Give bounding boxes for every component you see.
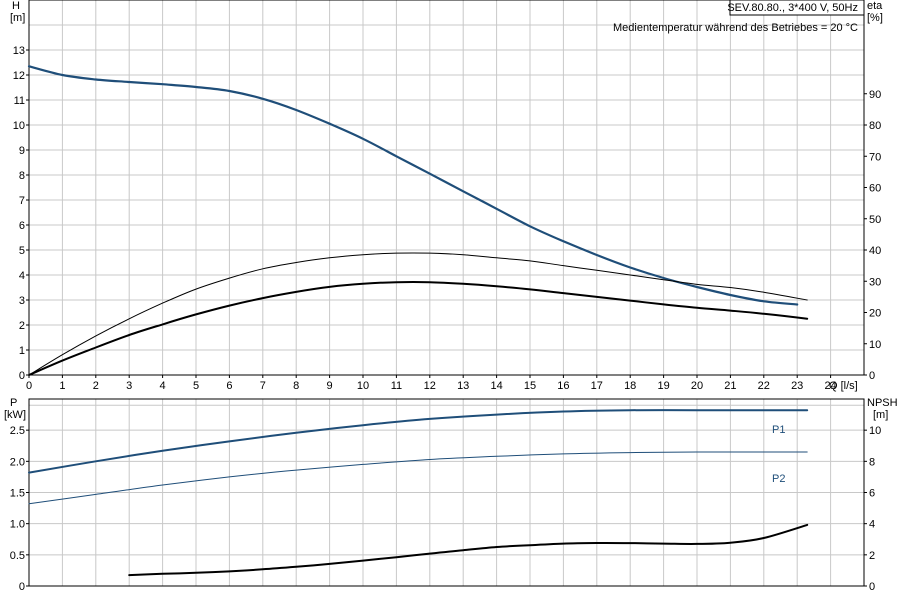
- flow-tick-label: 16: [557, 380, 569, 392]
- head-left-tick-label: 1: [19, 345, 25, 357]
- head-left-tick-label: 2: [19, 320, 25, 332]
- head-left-tick-label: 9: [19, 145, 25, 157]
- chart-title: SEV.80.80., 3*400 V, 50Hz: [727, 2, 858, 14]
- power-chart-grid: [29, 399, 864, 586]
- head-left-tick-label: 8: [19, 170, 25, 182]
- power-left-tick-label: 1.5: [10, 488, 25, 500]
- flow-tick-label: 12: [424, 380, 436, 392]
- flow-tick-label: 11: [391, 380, 402, 392]
- head-chart-ticks: 01234567891011121301020304050607080900 1 2…: [13, 45, 882, 392]
- power-right-tick-label: 10: [869, 425, 881, 437]
- head-left-tick-label: 3: [19, 295, 25, 307]
- head-left-tick-label: 6: [19, 220, 25, 232]
- head-axis-unit: [m]: [10, 12, 25, 24]
- head-chart-series: [27, 65, 809, 376]
- power-axis-unit: [kW]: [4, 409, 26, 421]
- power-chart-ticks: 0 0.5 1.0 1.5 2.0 2.5 0 2 4 6 8 10: [10, 425, 882, 593]
- head-chart-frame: [28, 0, 865, 376]
- head-axis-label: H: [12, 0, 20, 12]
- head-left-tick-label: 13: [13, 45, 25, 57]
- flow-tick-label: 4: [160, 380, 166, 392]
- head-right-tick-label: 60: [869, 183, 881, 195]
- npsh-axis-label: NPSH: [867, 397, 898, 409]
- head-left-tick-label: 0: [19, 370, 25, 382]
- flow-tick-label: 5: [193, 380, 199, 392]
- head-left-tick-label: 11: [14, 95, 25, 107]
- flow-tick-label: 1: [59, 380, 65, 392]
- head-left-tick-label: 12: [13, 70, 25, 82]
- power-right-tick-label: 0: [869, 581, 875, 593]
- power-right-tick-label: 8: [869, 456, 875, 468]
- power-left-tick-label: 0.5: [10, 550, 25, 562]
- eta-axis-unit: [%]: [867, 12, 883, 24]
- pump-curve-svg: 01234567891011121301020304050607080900 1 2…: [4, 0, 898, 593]
- head-right-tick-label: 10: [869, 339, 881, 351]
- flow-tick-label: 22: [758, 380, 770, 392]
- flow-tick-label: 14: [490, 380, 502, 392]
- npsh-axis-unit: [m]: [873, 409, 888, 421]
- power-right-tick-label: 2: [869, 550, 875, 562]
- head-left-tick-label: 5: [19, 245, 25, 257]
- head-series-line-2: [28, 280, 809, 376]
- series-label-p2: P2: [772, 473, 785, 485]
- flow-tick-label: 13: [457, 380, 469, 392]
- power-series-line-1: [28, 451, 808, 505]
- flow-tick-label: 19: [657, 380, 669, 392]
- flow-tick-label: 8: [293, 380, 299, 392]
- flow-tick-label: 10: [357, 380, 369, 392]
- flow-tick-label: 21: [724, 380, 736, 392]
- flow-tick-label: 0: [26, 380, 32, 392]
- head-right-tick-label: 40: [869, 245, 881, 257]
- power-left-tick-label: 2.5: [10, 425, 25, 437]
- power-left-tick-label: 2.0: [10, 456, 25, 468]
- head-right-tick-label: 20: [869, 308, 881, 320]
- power-right-tick-label: 6: [869, 488, 875, 500]
- series-label-p1: P1: [772, 424, 785, 436]
- flow-tick-label: 15: [524, 380, 536, 392]
- pump-curve-figure: 0 1 2 3 4 5 6 7 8 9 10 11 12 13 0 10 20 30 40 50 60 70 80 90 0 1 2…: [0, 0, 900, 600]
- flow-tick-label: 6: [226, 380, 232, 392]
- head-right-tick-label: 30: [869, 276, 881, 288]
- flow-axis-label: Q [l/s]: [829, 380, 858, 392]
- power-axis-label: P: [10, 397, 17, 409]
- power-right-tick-label: 4: [869, 519, 875, 531]
- eta-axis-label: eta: [867, 0, 883, 12]
- head-left-tick-label: 10: [13, 120, 25, 132]
- power-series-line-0: [28, 409, 809, 474]
- power-left-tick-label: 1.0: [10, 519, 25, 531]
- head-right-tick-label: 70: [869, 151, 881, 163]
- head-chart-grid: [29, 0, 864, 375]
- head-series-line-0: [27, 65, 799, 306]
- flow-tick-label: 23: [791, 380, 803, 392]
- power-series-line-2: [128, 523, 809, 577]
- power-left-tick-label: 0: [19, 581, 25, 593]
- head-right-tick-label: 0: [869, 370, 875, 382]
- flow-tick-label: 17: [591, 380, 603, 392]
- flow-tick-label: 9: [327, 380, 333, 392]
- head-right-tick-label: 50: [869, 214, 881, 226]
- head-right-tick-label: 90: [869, 89, 881, 101]
- head-series-line-1: [28, 252, 808, 376]
- head-left-tick-label: 7: [19, 195, 25, 207]
- head-right-tick-label: 80: [869, 120, 881, 132]
- chart-subtitle: Medientemperatur während des Betriebes =…: [613, 22, 858, 34]
- flow-tick-label: 2: [93, 380, 99, 392]
- flow-tick-label: 3: [126, 380, 132, 392]
- head-left-tick-label: 4: [19, 270, 25, 282]
- flow-tick-label: 18: [624, 380, 636, 392]
- flow-tick-label: 7: [260, 380, 266, 392]
- flow-tick-label: 20: [691, 380, 703, 392]
